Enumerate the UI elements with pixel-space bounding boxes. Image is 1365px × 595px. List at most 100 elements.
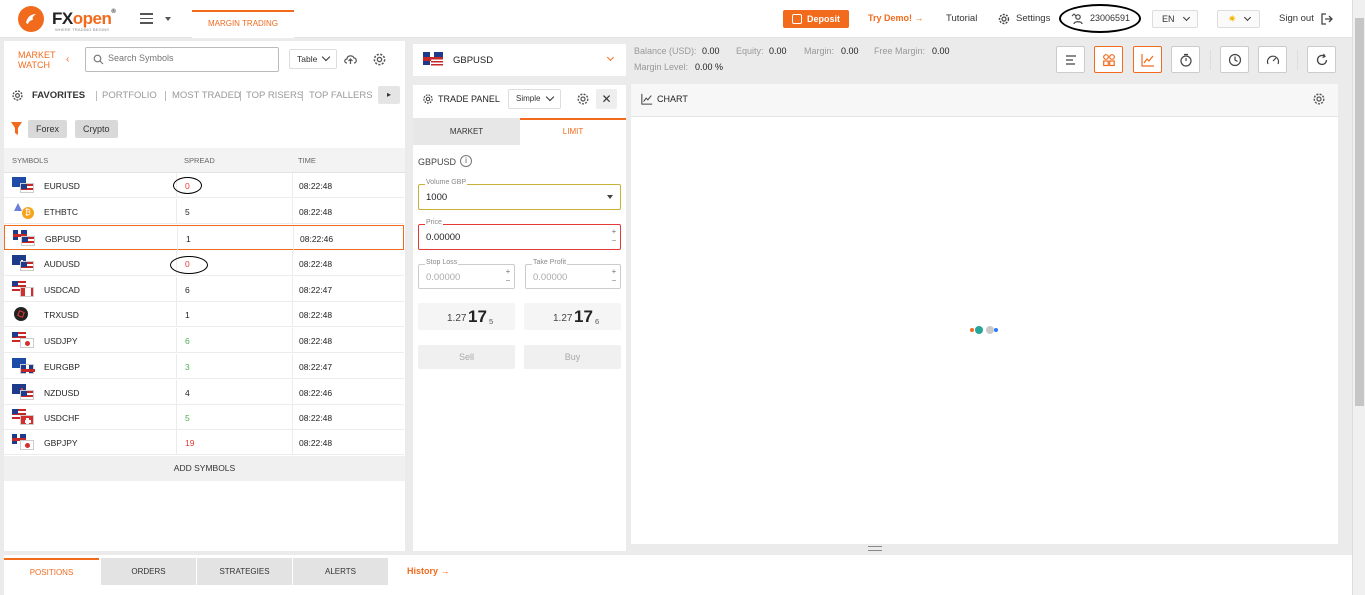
menu-caret-icon[interactable] (165, 17, 171, 21)
layout-button[interactable] (1094, 46, 1123, 73)
tab-most-traded[interactable]: MOST TRADED (172, 90, 241, 101)
trade-panel-title: TRADE PANEL (438, 94, 500, 104)
tab-portfolio[interactable]: PORTFOLIO (102, 90, 157, 101)
timer-button[interactable] (1171, 46, 1200, 73)
chevron-down-icon (1182, 13, 1191, 22)
buy-button[interactable]: Buy (524, 345, 621, 369)
stop-loss-field[interactable]: Stop Loss 0.00000 + − (418, 259, 515, 289)
table-row[interactable]: EURGBP 3 08:22:47 (4, 354, 404, 379)
deposit-button[interactable]: Deposit (783, 10, 849, 28)
trx-icon (12, 306, 36, 323)
eth-btc-icon: ₿ (12, 203, 36, 220)
spread-value: 1 (186, 234, 191, 244)
buy-price-box[interactable]: 1.27 17 6 (524, 303, 621, 330)
table-row[interactable]: NZDUSD 4 08:22:46 (4, 380, 404, 405)
info-icon[interactable]: i (460, 155, 472, 167)
scrollbar-thumb[interactable] (1355, 18, 1364, 406)
flag-nz-us-icon (12, 384, 36, 401)
tutorial-link[interactable]: Tutorial (946, 13, 977, 24)
cloud-upload-icon[interactable] (343, 52, 358, 66)
table-row-selected[interactable]: GBPUSD 1 08:22:46 (4, 225, 404, 251)
table-row[interactable]: USDCAD 6 08:22:47 (4, 277, 404, 302)
chip-crypto[interactable]: Crypto (75, 120, 118, 138)
search-input-box[interactable] (85, 47, 279, 72)
tab-orders[interactable]: ORDERS (101, 558, 196, 585)
chip-forex[interactable]: Forex (28, 120, 68, 138)
sign-out-link[interactable]: Sign out (1279, 13, 1314, 24)
view-select[interactable]: Table (289, 49, 337, 69)
tab-market[interactable]: MARKET (413, 118, 520, 145)
resize-handle-icon[interactable] (868, 546, 882, 551)
language-select[interactable]: EN (1152, 10, 1198, 28)
spread-value: 5 (185, 413, 190, 423)
column-header-time[interactable]: TIME (298, 156, 316, 165)
chevron-down-icon (545, 92, 555, 102)
table-row[interactable]: GBPJPY 19 08:22:48 (4, 430, 404, 455)
gear-icon[interactable] (11, 89, 24, 102)
spread-value: 6 (185, 336, 190, 346)
tabs-scroll-right-button[interactable]: ▸ (378, 86, 400, 104)
account-switch-icon[interactable] (1071, 12, 1085, 26)
chart-panel[interactable] (631, 84, 1338, 544)
tab-positions[interactable]: POSITIONS (4, 558, 99, 585)
gear-icon[interactable] (997, 12, 1011, 26)
take-profit-field[interactable]: Take Profit 0.00000 + − (525, 259, 621, 289)
close-icon[interactable]: ✕ (596, 89, 617, 109)
flag-gb-us-icon (423, 52, 443, 66)
search-input[interactable] (108, 53, 268, 63)
spread-value: 6 (185, 285, 190, 295)
toolbar-divider (1210, 50, 1211, 70)
price-field[interactable]: Price 0.00000 + − (418, 219, 621, 250)
menu-icon[interactable] (140, 13, 153, 24)
chart-toggle-button[interactable] (1133, 46, 1162, 73)
filter-icon[interactable] (11, 122, 22, 135)
history-link[interactable]: History → (407, 566, 450, 576)
instrument-select[interactable]: GBPUSD (413, 44, 626, 76)
logo-wordmark[interactable]: FXopen® (52, 9, 116, 29)
gear-icon[interactable] (576, 92, 590, 106)
volume-field[interactable]: Volume GBP 1000 (418, 179, 621, 210)
align-left-button[interactable] (1056, 46, 1085, 73)
mode-select[interactable]: Simple (508, 89, 561, 109)
gear-icon[interactable] (372, 52, 387, 67)
table-row[interactable]: EURUSD 0 08:22:48 (4, 173, 404, 198)
tab-limit[interactable]: LIMIT (520, 118, 626, 145)
stop-loss-stepper[interactable]: + − (504, 267, 512, 285)
flag-eu-us-icon (12, 177, 36, 194)
tab-favorites[interactable]: FAVORITES (32, 90, 85, 101)
tab-margin-trading[interactable]: MARGIN TRADING (192, 10, 294, 38)
account-number[interactable]: 23006591 (1090, 13, 1130, 23)
gear-icon[interactable] (1312, 92, 1326, 106)
table-row[interactable]: USDCHF 5 08:22:48 (4, 405, 404, 430)
line-chart-icon (1141, 54, 1154, 67)
column-header-symbols[interactable]: SYMBOLS (12, 156, 48, 165)
table-row[interactable]: TRXUSD 1 08:22:48 (4, 302, 404, 327)
settings-link[interactable]: Settings (1016, 13, 1050, 24)
price-stepper[interactable]: + − (610, 227, 618, 245)
tab-alerts[interactable]: ALERTS (293, 558, 388, 585)
take-profit-stepper[interactable]: + − (610, 267, 618, 285)
table-row[interactable]: USDJPY 6 08:22:48 (4, 328, 404, 353)
try-demo-link[interactable]: Try Demo! → (868, 13, 924, 23)
logo-tagline: WHERE TRADING BEGINS (55, 27, 110, 32)
history-clock-button[interactable] (1220, 46, 1249, 73)
collapse-arrow-icon[interactable]: ‹ (66, 54, 69, 65)
trade-symbol-label: GBPUSD (418, 157, 457, 167)
speedometer-button[interactable] (1258, 46, 1287, 73)
flag-us-jp-icon (12, 332, 36, 349)
sell-price-box[interactable]: 1.27 17 5 (418, 303, 515, 330)
page-scrollbar[interactable] (1352, 0, 1365, 595)
table-row[interactable]: ₿ ETHBTC 5 08:22:48 (4, 199, 404, 224)
tab-strategies[interactable]: STRATEGIES (197, 558, 292, 585)
add-symbols-button[interactable]: ADD SYMBOLS (4, 456, 405, 481)
spread-value: 19 (185, 438, 195, 448)
fxopen-logo-icon[interactable] (18, 6, 44, 32)
sell-button[interactable]: Sell (418, 345, 515, 369)
refresh-button[interactable] (1307, 46, 1336, 73)
tab-top-risers[interactable]: TOP RISERS (246, 90, 303, 101)
sign-out-icon[interactable] (1320, 12, 1334, 26)
market-watch-title: MARKET WATCH (18, 50, 56, 70)
column-header-spread[interactable]: SPREAD (184, 156, 215, 165)
tab-top-fallers[interactable]: TOP FALLERS (309, 90, 373, 101)
theme-select[interactable]: ✷ (1217, 10, 1260, 28)
